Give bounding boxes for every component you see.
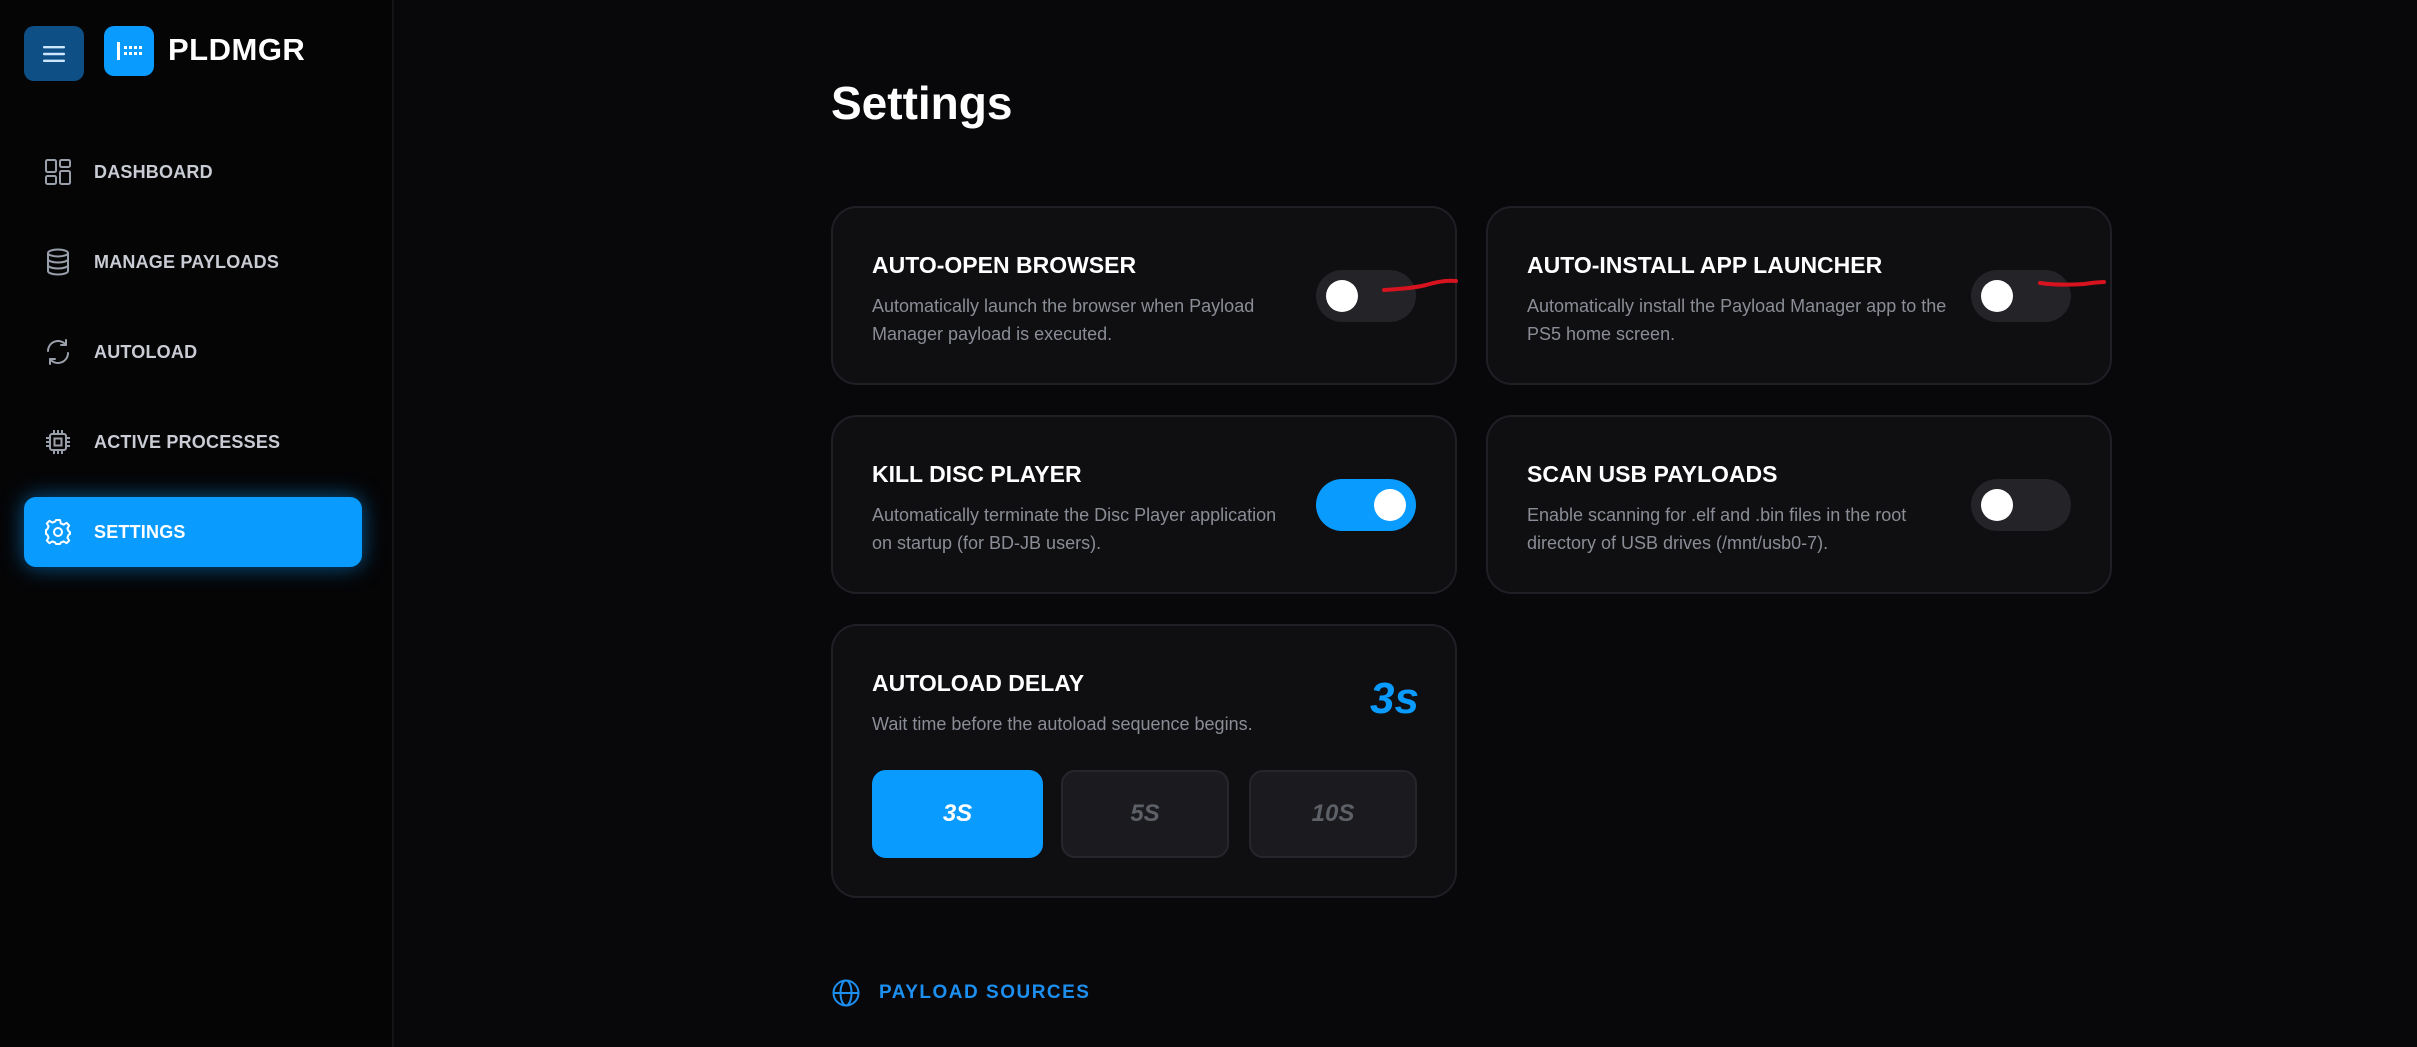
scan-usb-payloads-toggle[interactable] bbox=[1971, 479, 2071, 531]
setting-description: Automatically launch the browser when Pa… bbox=[872, 296, 1255, 344]
sidebar-item-label: MANAGE PAYLOADS bbox=[94, 251, 280, 272]
sidebar-item-active-processes[interactable]: ACTIVE PROCESSES bbox=[24, 407, 362, 477]
setting-title: SCAN USB PAYLOADS bbox=[1527, 461, 1778, 487]
sidebar-item-settings[interactable]: SETTINGS bbox=[24, 497, 362, 567]
brand-name: PLDMGR bbox=[168, 32, 306, 67]
payload-sources-label: PAYLOAD SOURCES bbox=[879, 982, 1091, 1003]
sidebar-item-label: SETTINGS bbox=[94, 521, 186, 542]
dashboard-grid-icon bbox=[45, 159, 71, 185]
sidebar: PLDMGR DASHBOARD MANAGE PAYLOADS AUTOLOA… bbox=[0, 0, 394, 1047]
refresh-icon bbox=[47, 339, 69, 365]
cpu-chip-icon bbox=[46, 430, 70, 454]
kill-disc-player-toggle[interactable] bbox=[1316, 479, 1416, 531]
toggle-knob bbox=[1326, 280, 1358, 312]
globe-icon bbox=[832, 979, 860, 1007]
toggle-knob bbox=[1374, 489, 1406, 521]
autoload-delay-value: 3s bbox=[1370, 674, 1419, 723]
toggle-knob bbox=[1981, 280, 2013, 312]
setting-title: AUTO-OPEN BROWSER bbox=[872, 252, 1137, 278]
setting-description: Wait time before the autoload sequence b… bbox=[872, 714, 1253, 734]
sidebar-item-label: ACTIVE PROCESSES bbox=[94, 431, 281, 452]
pldmgr-logo-icon bbox=[117, 42, 142, 60]
sidebar-item-dashboard[interactable]: DASHBOARD bbox=[24, 137, 362, 207]
setting-description: Enable scanning for .elf and .bin files … bbox=[1527, 505, 1907, 553]
menu-toggle-button[interactable] bbox=[24, 26, 84, 81]
setting-card-autoload-delay: AUTOLOAD DELAY Wait time before the auto… bbox=[831, 624, 1457, 898]
delay-option-10s-button[interactable]: 10S bbox=[1249, 770, 1417, 858]
gear-icon bbox=[45, 519, 71, 545]
app-logo bbox=[104, 26, 154, 76]
red-annotation-mark bbox=[1382, 278, 1458, 292]
setting-description: Automatically terminate the Disc Player … bbox=[872, 505, 1277, 553]
red-annotation-mark bbox=[2038, 280, 2106, 287]
sidebar-item-manage-payloads[interactable]: MANAGE PAYLOADS bbox=[24, 227, 362, 297]
page-title: Settings bbox=[831, 77, 1013, 129]
app-window: PLDMGR DASHBOARD MANAGE PAYLOADS AUTOLOA… bbox=[0, 0, 2417, 1047]
database-icon bbox=[47, 248, 69, 276]
sidebar-item-autoload[interactable]: AUTOLOAD bbox=[24, 317, 362, 387]
payload-sources-header[interactable]: PAYLOAD SOURCES bbox=[831, 978, 1090, 1008]
setting-card-auto-open-browser: AUTO-OPEN BROWSER Automatically launch t… bbox=[831, 206, 1457, 385]
toggle-knob bbox=[1981, 489, 2013, 521]
menu-icon bbox=[43, 45, 65, 62]
delay-option-5s-button[interactable]: 5S bbox=[1061, 770, 1229, 858]
sidebar-item-label: AUTOLOAD bbox=[94, 341, 198, 362]
setting-description: Automatically install the Payload Manage… bbox=[1527, 296, 1947, 344]
setting-title: AUTOLOAD DELAY bbox=[872, 670, 1085, 696]
sidebar-item-label: DASHBOARD bbox=[94, 161, 213, 182]
setting-title: KILL DISC PLAYER bbox=[872, 461, 1082, 487]
setting-title: AUTO-INSTALL APP LAUNCHER bbox=[1527, 252, 1883, 278]
setting-card-scan-usb-payloads: SCAN USB PAYLOADS Enable scanning for .e… bbox=[1486, 415, 2112, 594]
setting-card-kill-disc-player: KILL DISC PLAYER Automatically terminate… bbox=[831, 415, 1457, 594]
setting-card-auto-install-app-launcher: AUTO-INSTALL APP LAUNCHER Automatically … bbox=[1486, 206, 2112, 385]
delay-option-3s-button[interactable]: 3S bbox=[872, 770, 1043, 858]
